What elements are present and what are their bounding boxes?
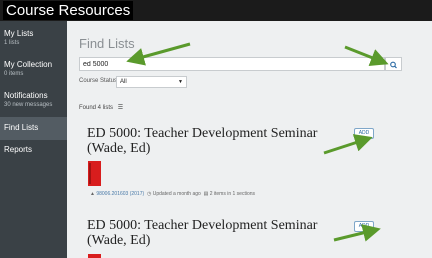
arrow-to-search-input [126, 42, 191, 66]
arrow-to-add-button-2 [333, 224, 381, 242]
arrow-to-search-button [344, 45, 389, 66]
arrow-to-add-button-1 [323, 134, 373, 155]
annotation-arrows [126, 42, 389, 242]
